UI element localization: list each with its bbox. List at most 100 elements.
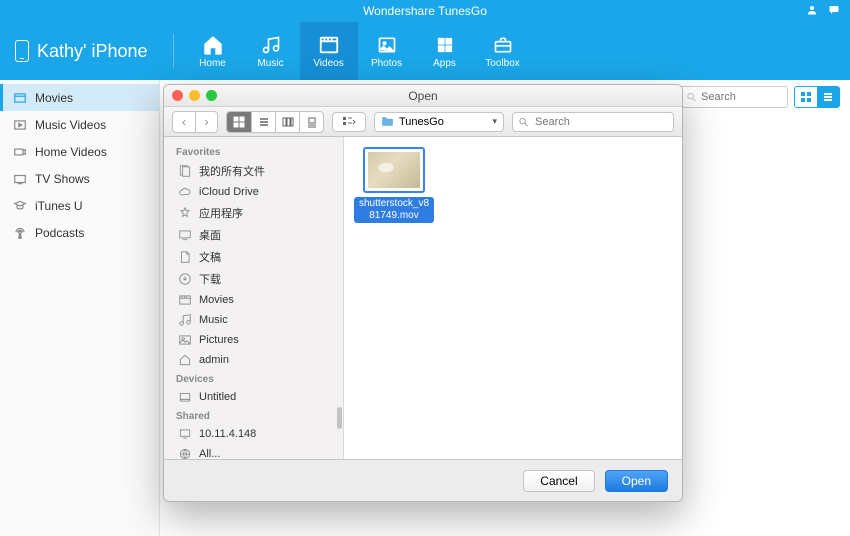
file-name: shutterstock_v881749.mov [354,197,434,223]
sidebar-item-label: TV Shows [35,172,90,186]
music-icon [260,34,282,56]
sidebar-item-music-videos[interactable]: Music Videos [0,111,159,138]
chevron-updown-icon: ▾ [492,116,497,127]
nav-label: Home [199,58,226,69]
sidebar-item-label: iTunes U [35,199,83,213]
maximize-icon[interactable] [206,90,217,101]
back-button[interactable]: ‹ [173,112,195,132]
home-videos-icon [12,144,27,159]
file-grid[interactable]: shutterstock_v881749.mov [344,137,682,459]
nav-items: Home Music Videos Photos Apps Toolbox [184,22,532,80]
folder-icon [381,116,394,127]
fav-movies[interactable]: Movies [164,290,343,310]
fav-downloads[interactable]: 下载 [164,268,343,290]
traffic-lights [172,90,217,101]
main-search-wrap [678,86,788,108]
view-icons-button[interactable] [227,112,251,132]
sidebar-item-itunes-u[interactable]: iTunes U [0,192,159,219]
device-untitled[interactable]: Untitled [164,387,343,407]
file-thumbnail [363,147,425,193]
close-icon[interactable] [172,90,183,101]
view-list-button[interactable] [251,112,275,132]
movies-icon [12,90,27,105]
view-grid-button[interactable] [795,87,817,107]
dialog-toolbar: ‹ › TunesGo ▾ [164,107,682,137]
tv-icon [12,171,27,186]
fav-desktop[interactable]: 桌面 [164,224,343,246]
search-icon [518,116,529,127]
group-by-button[interactable] [332,112,366,132]
sidebar-item-podcasts[interactable]: Podcasts [0,219,159,246]
dialog-titlebar: Open [164,85,682,107]
open-button[interactable]: Open [605,470,668,492]
view-columns-button[interactable] [275,112,299,132]
fav-applications[interactable]: 应用程序 [164,202,343,224]
file-item[interactable]: shutterstock_v881749.mov [354,147,434,223]
finder-view-mode [226,111,324,133]
sidebar-item-label: Home Videos [35,145,107,159]
cancel-button[interactable]: Cancel [523,470,594,492]
view-toggle [794,86,840,108]
nav-label: Music [257,58,283,69]
sidebar-item-label: Music Videos [35,118,106,132]
dialog-search-wrap [512,112,674,132]
dialog-search-input[interactable] [512,112,674,132]
forward-button[interactable]: › [195,112,217,132]
nav-toolbox[interactable]: Toolbox [474,22,532,80]
fav-pictures[interactable]: Pictures [164,330,343,350]
sidebar-item-tv-shows[interactable]: TV Shows [0,165,159,192]
group-devices: Devices [164,370,343,387]
sidebar-item-label: Podcasts [35,226,84,240]
nav-back-forward: ‹ › [172,111,218,133]
nav-photos[interactable]: Photos [358,22,416,80]
main-navbar: Kathy' iPhone Home Music Videos Photos A… [0,22,850,80]
toolbox-icon [492,34,514,56]
shared-all[interactable]: All... [164,444,343,459]
dialog-footer: Cancel Open [164,459,682,501]
nav-label: Toolbox [485,58,519,69]
dialog-title: Open [408,89,437,103]
group-favorites: Favorites [164,143,343,160]
videos-icon [318,34,340,56]
nav-label: Videos [313,58,343,69]
sidebar-item-home-videos[interactable]: Home Videos [0,138,159,165]
sidebar-item-label: Movies [35,91,73,105]
sidebar-item-movies[interactable]: Movies [0,84,159,111]
nav-separator [173,34,174,68]
home-icon [202,34,224,56]
device-selector[interactable]: Kathy' iPhone [15,40,148,62]
view-coverflow-button[interactable] [299,112,323,132]
itunesu-icon [12,198,27,213]
fav-documents[interactable]: 文稿 [164,246,343,268]
group-shared: Shared [164,407,343,424]
fav-music[interactable]: Music [164,310,343,330]
nav-label: Photos [371,58,402,69]
scrollbar-handle[interactable] [337,407,342,429]
nav-music[interactable]: Music [242,22,300,80]
category-sidebar: Movies Music Videos Home Videos TV Shows… [0,80,160,536]
nav-home[interactable]: Home [184,22,242,80]
podcasts-icon [12,225,27,240]
user-icon[interactable] [806,4,818,19]
feedback-icon[interactable] [828,4,840,19]
minimize-icon[interactable] [189,90,200,101]
dialog-sidebar[interactable]: Favorites 我的所有文件 iCloud Drive 应用程序 桌面 文稿… [164,137,344,459]
folder-selector[interactable]: TunesGo ▾ [374,112,504,132]
app-title: Wondershare TunesGo [363,4,487,18]
nav-label: Apps [433,58,456,69]
shared-ip[interactable]: 10.11.4.148 [164,424,343,444]
dialog-body: Favorites 我的所有文件 iCloud Drive 应用程序 桌面 文稿… [164,137,682,459]
fav-all-my-files[interactable]: 我的所有文件 [164,160,343,182]
folder-name: TunesGo [399,116,444,128]
music-videos-icon [12,117,27,132]
fav-icloud[interactable]: iCloud Drive [164,182,343,202]
app-titlebar: Wondershare TunesGo [0,0,850,22]
nav-videos[interactable]: Videos [300,22,358,80]
phone-icon [15,40,29,62]
open-file-dialog: Open ‹ › TunesGo ▾ Favorites 我的所有文件 [163,84,683,502]
apps-icon [434,34,456,56]
fav-admin[interactable]: admin [164,350,343,370]
nav-apps[interactable]: Apps [416,22,474,80]
device-name: Kathy' iPhone [37,41,148,62]
view-list-button[interactable] [817,87,839,107]
